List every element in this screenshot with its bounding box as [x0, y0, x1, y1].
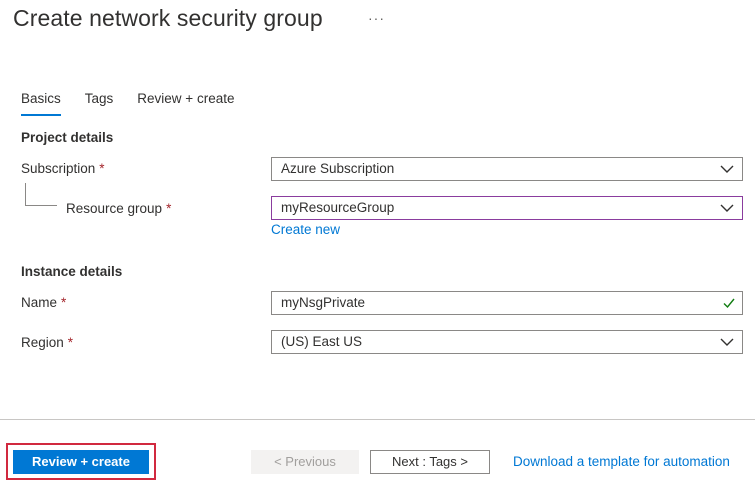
- name-input[interactable]: myNsgPrivate: [271, 291, 743, 315]
- subscription-dropdown[interactable]: Azure Subscription: [271, 157, 743, 181]
- tree-connector-branch: [25, 205, 57, 206]
- region-dropdown[interactable]: (US) East US: [271, 330, 743, 354]
- instance-details-heading: Instance details: [21, 264, 123, 279]
- footer-divider: [0, 419, 755, 420]
- review-create-button[interactable]: Review + create: [13, 450, 149, 474]
- name-value: myNsgPrivate: [281, 295, 366, 310]
- region-label: Region *: [21, 335, 73, 350]
- required-marker: *: [67, 335, 74, 350]
- name-label: Name *: [21, 295, 66, 310]
- subscription-label: Subscription *: [21, 161, 105, 176]
- checkmark-icon: [723, 298, 735, 309]
- tab-tags[interactable]: Tags: [85, 91, 114, 116]
- subscription-label-text: Subscription: [21, 161, 96, 176]
- page-title: Create network security group: [13, 5, 323, 31]
- tree-connector: [25, 183, 26, 205]
- tab-bar: Basics Tags Review + create: [21, 91, 258, 117]
- chevron-down-icon: [720, 204, 734, 212]
- chevron-down-icon: [720, 165, 734, 173]
- create-new-link[interactable]: Create new: [271, 222, 340, 237]
- project-details-heading: Project details: [21, 130, 114, 145]
- tab-basics[interactable]: Basics: [21, 91, 61, 116]
- resource-group-value: myResourceGroup: [281, 200, 395, 215]
- region-value: (US) East US: [281, 334, 363, 349]
- name-label-text: Name: [21, 295, 58, 310]
- required-marker: *: [99, 161, 105, 176]
- subscription-value: Azure Subscription: [281, 161, 395, 176]
- resource-group-dropdown[interactable]: myResourceGroup: [271, 196, 743, 220]
- resource-group-label-text: Resource group: [66, 201, 163, 216]
- next-tags-button[interactable]: Next : Tags >: [370, 450, 490, 474]
- resource-group-label: Resource group *: [66, 201, 171, 216]
- previous-button[interactable]: < Previous: [251, 450, 359, 474]
- tab-review-create[interactable]: Review + create: [137, 91, 234, 116]
- download-template-link[interactable]: Download a template for automation: [513, 454, 730, 469]
- chevron-down-icon: [720, 338, 734, 346]
- required-marker: *: [166, 201, 172, 216]
- region-label-text: Region: [21, 335, 64, 350]
- required-marker: *: [61, 295, 67, 310]
- more-options-icon[interactable]: ···: [368, 10, 385, 26]
